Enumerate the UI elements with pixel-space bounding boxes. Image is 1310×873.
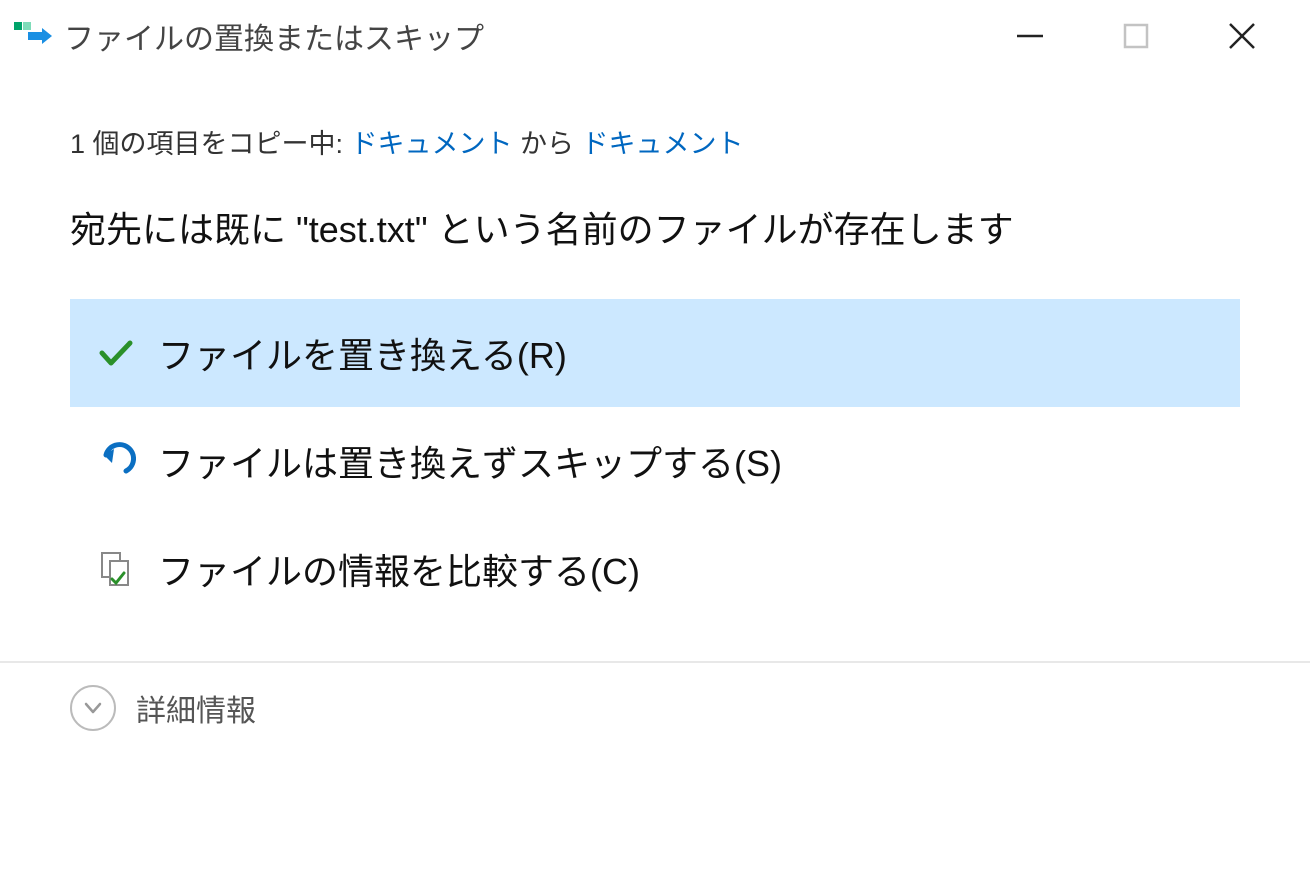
skip-option[interactable]: ファイルは置き換えずスキップする(S) [70, 407, 1240, 515]
copy-source-link[interactable]: ドキュメント [351, 129, 513, 159]
details-toggle[interactable]: 詳細情報 [0, 663, 1310, 753]
maximize-button[interactable] [1113, 13, 1159, 59]
copy-middle: から [513, 129, 582, 159]
chevron-down-icon [70, 685, 116, 731]
skip-label: ファイルは置き換えずスキップする(S) [158, 435, 782, 487]
compare-files-icon [96, 549, 136, 589]
options-list: ファイルを置き換える(R) ファイルは置き換えずスキップする(S) ファイルの情… [70, 299, 1240, 623]
check-icon [96, 333, 136, 373]
dialog-content: 1 個の項目をコピー中: ドキュメント から ドキュメント 宛先には既に "te… [0, 72, 1310, 623]
conflict-message: 宛先には既に "test.txt" という名前のファイルが存在します [70, 201, 1240, 253]
compare-label: ファイルの情報を比較する(C) [158, 543, 640, 595]
undo-icon [96, 441, 136, 481]
close-button[interactable] [1219, 13, 1265, 59]
replace-option[interactable]: ファイルを置き換える(R) [70, 299, 1240, 407]
app-copy-icon [14, 20, 54, 52]
window-controls [1007, 13, 1310, 59]
minimize-button[interactable] [1007, 13, 1053, 59]
copy-status-line: 1 個の項目をコピー中: ドキュメント から ドキュメント [70, 122, 1240, 161]
window-title: ファイルの置換またはスキップ [64, 14, 1007, 58]
replace-label: ファイルを置き換える(R) [158, 327, 567, 379]
compare-option[interactable]: ファイルの情報を比較する(C) [70, 515, 1240, 623]
copy-prefix: 1 個の項目をコピー中: [70, 129, 351, 159]
titlebar: ファイルの置換またはスキップ [0, 0, 1310, 72]
copy-destination-link[interactable]: ドキュメント [582, 129, 744, 159]
details-label: 詳細情報 [136, 686, 256, 730]
